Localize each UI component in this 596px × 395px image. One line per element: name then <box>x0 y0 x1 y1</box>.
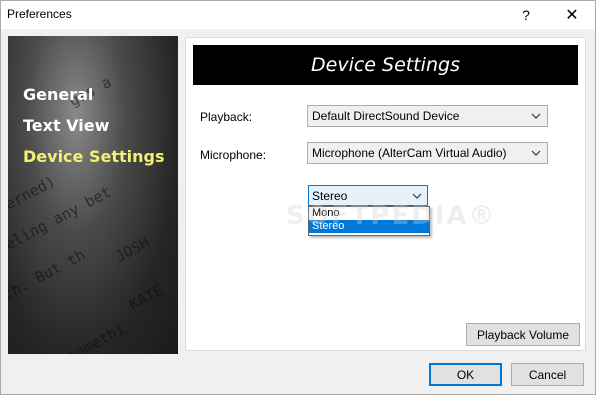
playback-label: Playback: <box>200 110 253 124</box>
close-button[interactable]: ✕ <box>549 1 595 29</box>
sidebar-item-general[interactable]: General <box>23 85 93 104</box>
channel-mode-select[interactable]: Stereo <box>308 185 428 206</box>
help-icon: ? <box>522 7 530 23</box>
chevron-down-icon <box>531 150 541 156</box>
microphone-label: Microphone: <box>200 148 267 162</box>
sidebar-item-text-view[interactable]: Text View <box>23 116 109 135</box>
window-title: Preferences <box>7 7 72 21</box>
chevron-down-icon <box>531 113 541 119</box>
title-bar: Preferences ? ✕ <box>1 1 595 29</box>
sidebar-nav: General Text View Device Settings <box>8 36 178 354</box>
section-banner: Device Settings <box>193 45 578 85</box>
preferences-window: Preferences ? ✕ ges a ncerned) eeling an… <box>0 0 596 395</box>
dropdown-option-mono[interactable]: Mono <box>309 207 429 220</box>
microphone-device-select[interactable]: Microphone (AlterCam Virtual Audio) <box>307 142 548 164</box>
microphone-device-value: Microphone (AlterCam Virtual Audio) <box>312 146 507 160</box>
playback-device-value: Default DirectSound Device <box>312 109 460 123</box>
section-title: Device Settings <box>311 54 460 76</box>
ok-button[interactable]: OK <box>429 363 502 386</box>
playback-device-select[interactable]: Default DirectSound Device <box>307 105 548 127</box>
sidebar: ges a ncerned) eeling any bet JOSH ch. B… <box>8 36 178 354</box>
sidebar-item-device-settings[interactable]: Device Settings <box>23 147 164 166</box>
dropdown-option-stereo[interactable]: Stereo <box>309 220 429 233</box>
device-settings-panel: Device Settings Playback: Default Direct… <box>185 37 586 351</box>
channel-mode-value: Stereo <box>312 188 348 203</box>
playback-volume-button[interactable]: Playback Volume <box>466 323 580 346</box>
chevron-down-icon <box>412 193 422 199</box>
channel-mode-dropdown-list: Mono Stereo <box>308 206 430 236</box>
help-button[interactable]: ? <box>503 1 549 29</box>
cancel-button[interactable]: Cancel <box>511 363 584 386</box>
close-icon: ✕ <box>565 7 579 24</box>
